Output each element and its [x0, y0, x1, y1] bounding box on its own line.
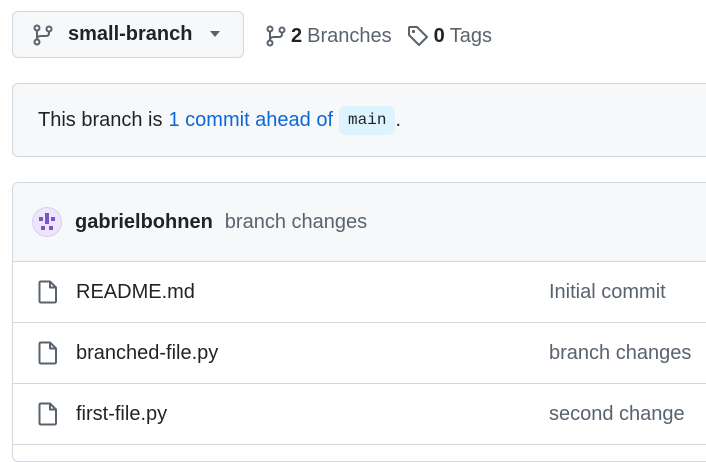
file-icon — [38, 341, 58, 365]
file-icon — [38, 280, 58, 304]
tags-count: 0 — [433, 24, 445, 47]
branch-name: small-branch — [68, 23, 193, 45]
git-branch-icon — [266, 25, 286, 47]
file-name[interactable]: branched-file.py — [76, 342, 218, 365]
commits-ahead-link[interactable]: 1 commit ahead of — [169, 109, 334, 132]
tags-link[interactable]: 0 Tags — [407, 25, 492, 48]
commit-author[interactable]: gabrielbohnen — [75, 211, 213, 234]
file-listing: gabrielbohnen branch changes README.md I… — [12, 182, 706, 462]
file-commit-message[interactable]: second change — [549, 403, 685, 426]
notice-suffix: . — [395, 108, 401, 131]
repo-counts: 2 Branches 0 Tags — [266, 21, 492, 51]
branch-selector-button[interactable]: small-branch — [12, 11, 244, 58]
file-commit-message[interactable]: Initial commit — [549, 281, 666, 304]
file-icon — [38, 402, 58, 426]
latest-commit-row: gabrielbohnen branch changes — [13, 183, 706, 262]
branches-count: 2 — [291, 24, 303, 47]
file-name[interactable]: README.md — [76, 281, 195, 304]
branch-ahead-notice: This branch is 1 commit ahead of main . — [12, 83, 706, 157]
tag-icon — [407, 25, 429, 47]
commit-message[interactable]: branch changes — [225, 211, 367, 234]
notice-prefix: This branch is — [38, 108, 163, 131]
base-branch-label[interactable]: main — [339, 105, 396, 135]
triangle-down-icon — [208, 29, 222, 39]
avatar[interactable] — [32, 207, 62, 237]
git-branch-icon — [33, 24, 53, 46]
file-commit-message[interactable]: branch changes — [549, 342, 691, 365]
table-row[interactable]: first-file.py second change — [13, 384, 706, 445]
branches-label: Branches — [307, 24, 392, 47]
branches-link[interactable]: 2 Branches — [266, 25, 392, 48]
table-row[interactable]: README.md Initial commit — [13, 262, 706, 323]
file-name[interactable]: first-file.py — [76, 403, 167, 426]
table-row[interactable]: branched-file.py branch changes — [13, 323, 706, 384]
tags-label: Tags — [449, 24, 492, 47]
